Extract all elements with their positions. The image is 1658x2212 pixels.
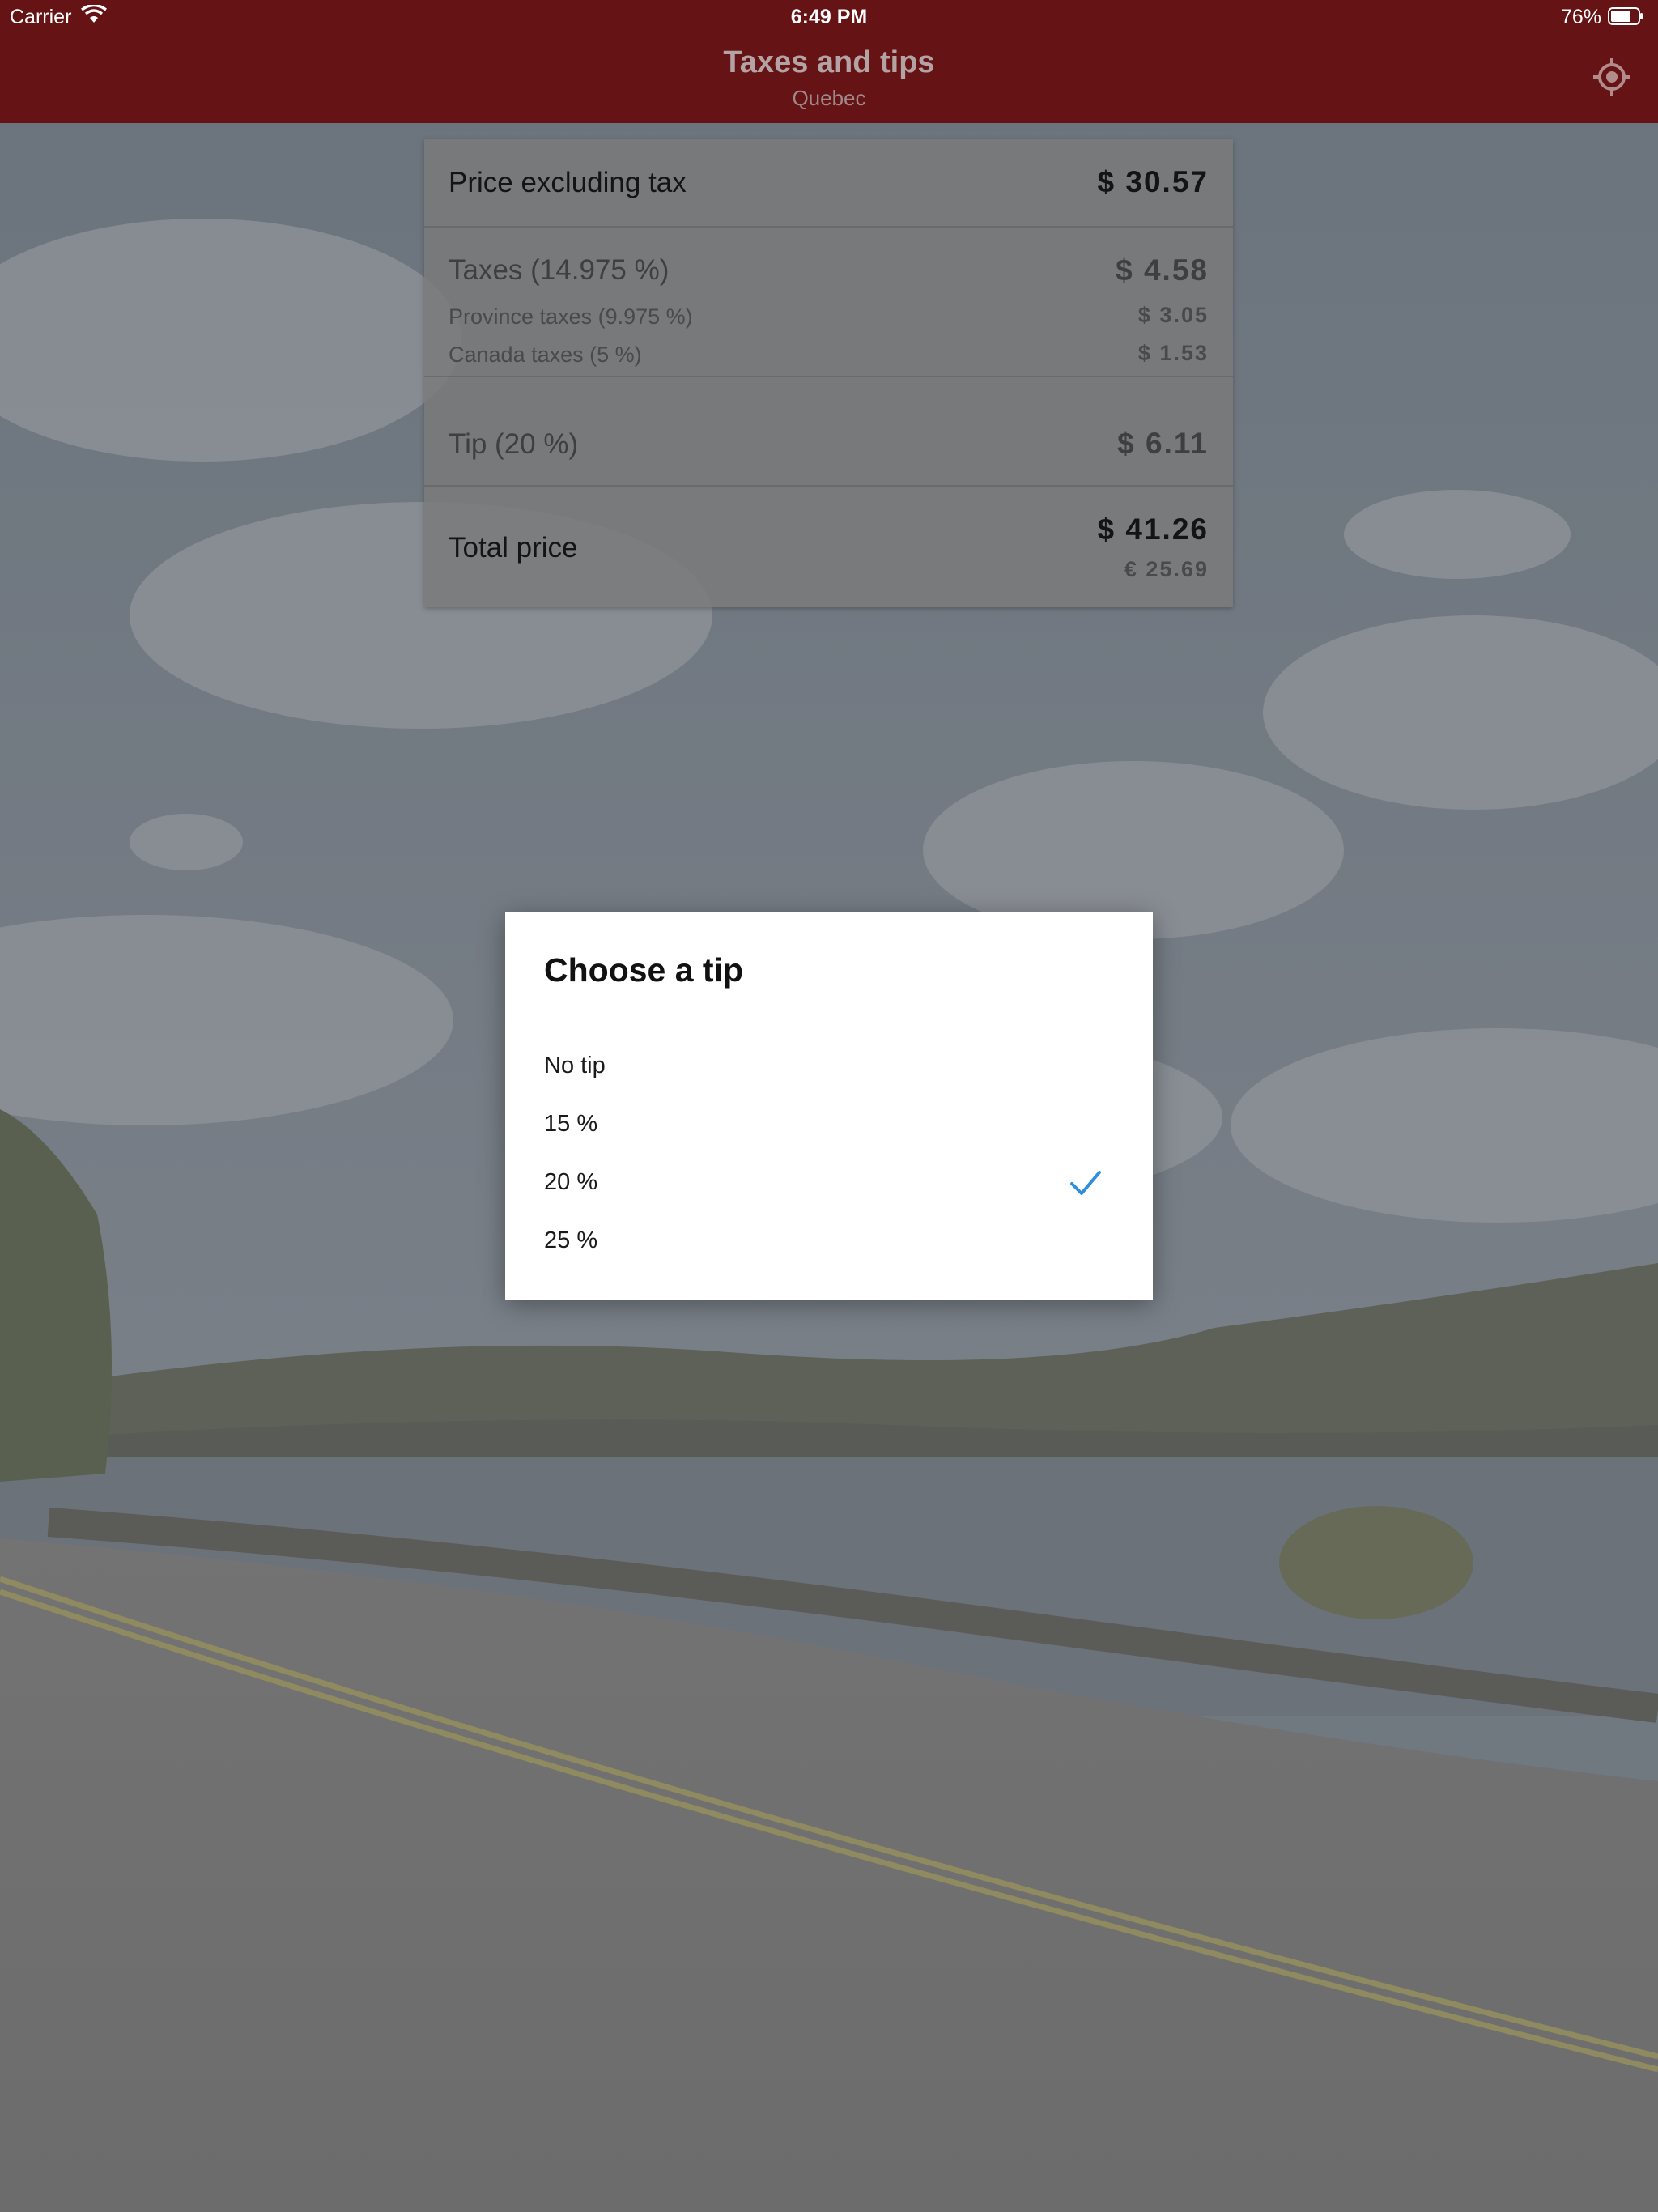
- price-excluding-tax-value: $ 30.57: [1097, 165, 1209, 198]
- province-taxes-value: $ 3.05: [1137, 303, 1209, 327]
- taxes-label: Taxes (14.975 %): [449, 254, 670, 286]
- tip-option-15[interactable]: 15 %: [505, 1096, 1153, 1155]
- checkmark-icon: [1069, 1166, 1103, 1200]
- taxes-value: $ 4.58: [1116, 253, 1209, 287]
- status-bar: Carrier 6:49 PM 76%: [0, 0, 1658, 34]
- tip-option-label: No tip: [544, 1053, 606, 1078]
- region-subtitle: Quebec: [792, 86, 866, 110]
- province-taxes-row: Province taxes (9.975 %) $ 3.05: [424, 296, 1233, 336]
- clock: 6:49 PM: [790, 6, 868, 28]
- total-price-eur-value: € 25.69: [1124, 557, 1209, 581]
- tip-row[interactable]: Tip (20 %) $ 6.11: [424, 402, 1233, 487]
- total-price-row: Total price $ 41.26 € 25.69: [424, 487, 1233, 607]
- tip-option-no-tip[interactable]: No tip: [505, 1038, 1153, 1096]
- canada-taxes-row: Canada taxes (5 %) $ 1.53: [424, 334, 1233, 377]
- location-target-icon[interactable]: [1592, 57, 1632, 97]
- province-taxes-label: Province taxes (9.975 %): [449, 304, 693, 329]
- tip-option-label: 20 %: [544, 1169, 598, 1195]
- battery-percent: 76%: [1560, 6, 1601, 28]
- dialog-title: Choose a tip: [544, 951, 744, 989]
- tip-option-label: 25 %: [544, 1227, 598, 1253]
- total-price-label: Total price: [449, 532, 578, 564]
- price-excluding-tax-row[interactable]: Price excluding tax $ 30.57: [424, 139, 1233, 228]
- choose-tip-dialog: Choose a tip No tip 15 % 20 % 25 %: [505, 912, 1153, 1300]
- canada-taxes-label: Canada taxes (5 %): [449, 342, 642, 367]
- tip-option-20[interactable]: 20 %: [505, 1155, 1153, 1213]
- tip-option-label: 15 %: [544, 1111, 598, 1137]
- canada-taxes-value: $ 1.53: [1137, 341, 1209, 365]
- total-price-value: $ 41.26: [1097, 513, 1209, 546]
- tip-label: Tip (20 %): [449, 428, 579, 460]
- battery-icon: [1608, 7, 1643, 25]
- tip-option-25[interactable]: 25 %: [505, 1213, 1153, 1271]
- page-title: Taxes and tips: [723, 45, 935, 79]
- price-excluding-tax-label: Price excluding tax: [449, 167, 687, 198]
- tip-value: $ 6.11: [1117, 427, 1209, 460]
- price-summary-card: Price excluding tax $ 30.57 Taxes (14.97…: [424, 139, 1233, 607]
